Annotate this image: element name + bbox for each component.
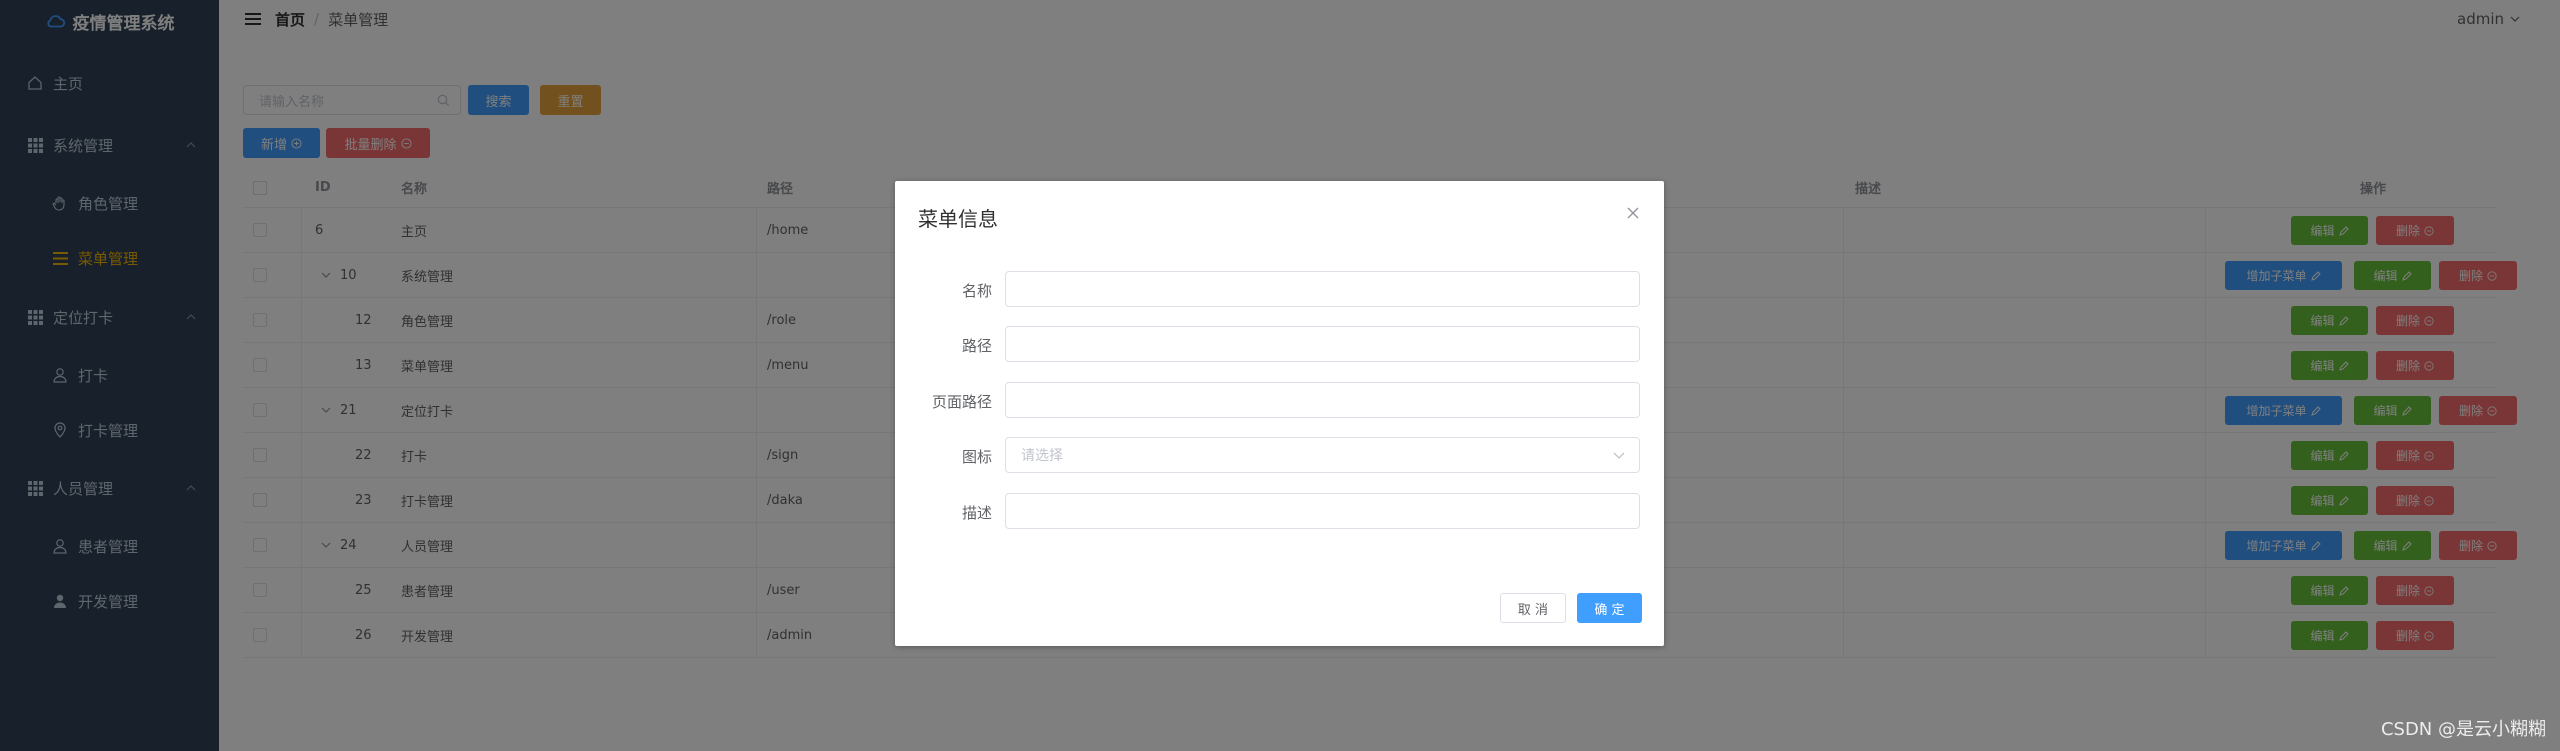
chevron-down-icon — [1613, 452, 1625, 459]
confirm-button-label: 确 定 — [1594, 602, 1625, 618]
cancel-button[interactable]: 取 消 — [1500, 593, 1566, 623]
cancel-button-label: 取 消 — [1517, 602, 1549, 618]
confirm-button[interactable]: 确 定 — [1577, 593, 1642, 623]
icon-select-placeholder: 请选择 — [1021, 448, 1063, 464]
close-icon[interactable] — [1626, 206, 1640, 220]
app-root: 疫情管理系统 主页系统管理角色管理菜单管理定位打卡打卡打卡管理人员管理患者管理开… — [0, 0, 2560, 751]
watermark: CSDN @是云小糊糊 — [2380, 719, 2546, 740]
path-label: 路径 — [961, 337, 992, 355]
path-field[interactable] — [1005, 326, 1640, 362]
icon-label: 图标 — [961, 448, 992, 466]
page-path-label: 页面路径 — [931, 393, 992, 411]
menu-info-dialog: 菜单信息 名称 路径 页面路径 图标 请选择 描述 取 消 确 定 — [895, 181, 1664, 646]
dialog-title: 菜单信息 — [918, 207, 998, 231]
icon-select[interactable]: 请选择 — [1005, 437, 1640, 473]
desc-field[interactable] — [1005, 493, 1640, 529]
name-field[interactable] — [1005, 271, 1640, 307]
page-path-field[interactable] — [1005, 382, 1640, 418]
name-label: 名称 — [961, 282, 992, 300]
desc-label: 描述 — [961, 504, 992, 522]
